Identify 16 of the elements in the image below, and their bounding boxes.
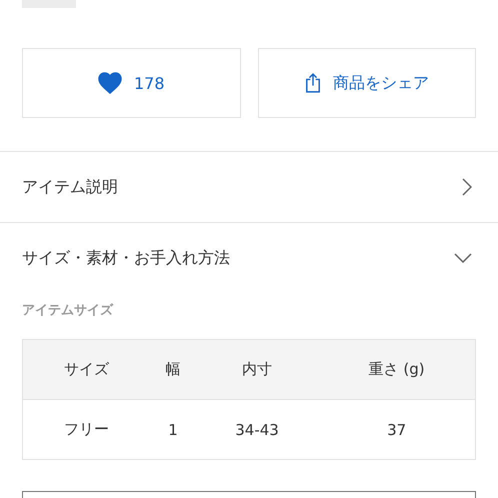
share-button[interactable]: 商品をシェア xyxy=(258,48,476,118)
column-header: 内寸 xyxy=(196,340,318,400)
chevron-right-icon xyxy=(462,178,472,196)
table-cell: フリー xyxy=(22,400,150,460)
accordion-header[interactable]: サイズ・素材・お手入れ方法 xyxy=(0,222,498,293)
column-header: 重さ (g) xyxy=(318,340,476,400)
like-button[interactable]: 178 xyxy=(22,48,240,118)
chevron-down-icon xyxy=(454,253,472,263)
accordion-header[interactable]: アイテム説明 xyxy=(0,151,498,222)
section-subtitle: アイテムサイズ xyxy=(21,302,114,320)
table-cell: 37 xyxy=(318,400,476,460)
share-icon xyxy=(304,72,321,94)
table-cell: 34-43 xyxy=(196,400,318,460)
column-header: 幅 xyxy=(150,340,196,400)
table-cell: 1 xyxy=(150,400,196,460)
column-header: サイズ xyxy=(22,340,150,400)
